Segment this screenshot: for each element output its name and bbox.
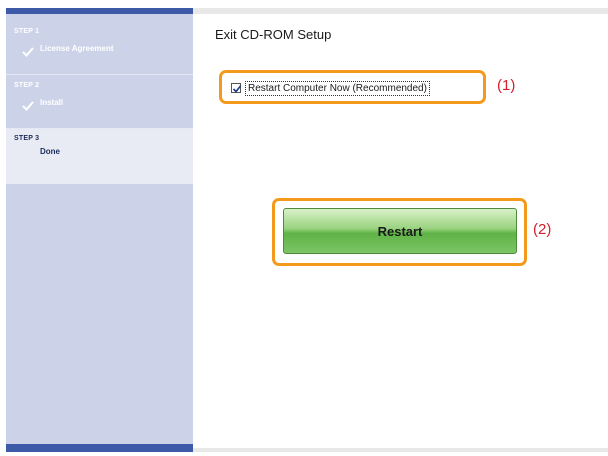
sidebar-top-bar	[6, 8, 193, 14]
checkmark-icon	[22, 44, 34, 57]
installer-window: STEP 1 License Agreement STEP 2 Install …	[0, 0, 608, 456]
step-label: Done	[40, 147, 60, 156]
page-title: Exit CD-ROM Setup	[215, 27, 332, 42]
restart-now-checkbox[interactable]	[231, 83, 242, 93]
restart-button[interactable]: Restart	[283, 208, 517, 254]
step-label: Install	[40, 98, 64, 107]
step-divider	[6, 74, 193, 75]
restart-now-option[interactable]: Restart Computer Now (Recommended)	[231, 80, 430, 96]
step-number: STEP 1	[14, 28, 40, 35]
step-number: STEP 3	[14, 135, 40, 142]
step-label: License Agreement	[40, 44, 114, 53]
steps-sidebar: STEP 1 License Agreement STEP 2 Install …	[6, 8, 193, 452]
restart-now-label[interactable]: Restart Computer Now (Recommended)	[245, 80, 430, 96]
step-number: STEP 2	[14, 82, 40, 89]
step-done: STEP 3 Done	[6, 129, 193, 184]
step-install: STEP 2 Install	[6, 76, 193, 128]
sidebar-bottom-bar	[6, 444, 193, 452]
checkmark-icon	[22, 98, 34, 111]
main-bottom-bar	[193, 448, 608, 452]
callout-label-2: (2)	[533, 221, 552, 238]
step-license-agreement: STEP 1 License Agreement	[6, 22, 193, 74]
callout-label-1: (1)	[497, 77, 516, 94]
main-top-bar	[193, 8, 608, 14]
